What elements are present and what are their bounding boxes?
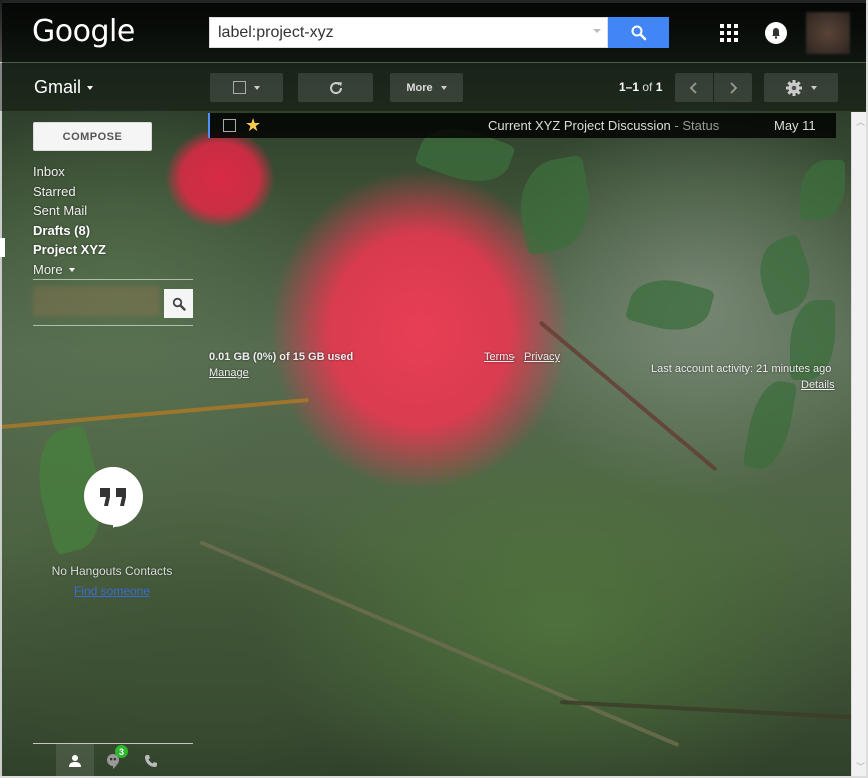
compose-button[interactable]: COMPOSE (33, 122, 152, 151)
page-total: 1 (655, 80, 663, 94)
more-label: More (406, 81, 433, 94)
people-search-input[interactable] (33, 286, 160, 316)
snippet-separator: - (670, 118, 683, 133)
bell-icon (772, 28, 780, 39)
sidebar-item-drafts[interactable]: Drafts (8) (33, 221, 106, 241)
last-account-activity-text: Last account activity: 21 minutes ago (651, 363, 832, 375)
star-icon[interactable]: ★ (245, 115, 261, 135)
apps-grid-icon[interactable] (720, 24, 738, 42)
background-stem (538, 320, 718, 472)
hangouts-quote-icon (84, 467, 143, 528)
more-actions-button[interactable]: More (390, 73, 463, 102)
chevron-down-icon (811, 85, 817, 90)
chevron-down-icon (440, 85, 447, 90)
sidebar-item-more[interactable]: More (33, 260, 106, 280)
newer-page-button[interactable] (675, 73, 713, 102)
google-logo[interactable]: Google (32, 14, 135, 49)
storage-usage-text: 0.01 GB (0%) of 15 GB used (209, 351, 354, 363)
sidebar-nav: Inbox Starred Sent Mail Drafts (8) Proje… (33, 162, 106, 279)
background-stem (0, 397, 309, 429)
window-left-border (0, 0, 2, 778)
background-stem (199, 540, 680, 748)
background-stem (559, 700, 860, 720)
unread-chats-badge: 3 (115, 745, 128, 758)
no-hangouts-contacts-text: No Hangouts Contacts (51, 564, 173, 578)
notifications-bell-icon[interactable] (765, 22, 787, 44)
mail-list-row[interactable]: ★ Current XYZ Project Discussion - Statu… (208, 113, 836, 138)
search-input[interactable] (210, 18, 585, 47)
activity-details-link[interactable]: Details (801, 379, 835, 391)
sidebar-divider (33, 279, 193, 280)
chevron-right-icon (730, 81, 738, 94)
footer-separator: - (512, 351, 516, 363)
sidebar-item-starred[interactable]: Starred (33, 182, 106, 202)
search-icon (172, 297, 186, 311)
subject-text: Current XYZ Project Discussion (488, 118, 671, 133)
privacy-link[interactable]: Privacy (524, 351, 560, 363)
mail-date: May 11 (774, 118, 816, 133)
chevron-down-icon (69, 268, 76, 273)
chevron-down-icon (254, 85, 260, 90)
sidebar-item-project-xyz[interactable]: Project XYZ (33, 240, 106, 260)
older-page-button[interactable] (714, 73, 752, 102)
manage-storage-link[interactable]: Manage (209, 367, 249, 379)
contacts-tab[interactable] (56, 744, 94, 777)
gmail-label: Gmail (34, 77, 82, 97)
mail-subject: Current XYZ Project Discussion - Status (488, 118, 719, 133)
search-button[interactable] (608, 17, 669, 48)
chevron-down-icon (87, 85, 94, 90)
select-all-button[interactable] (210, 73, 283, 102)
phone-tab[interactable] (132, 744, 170, 777)
scroll-down-arrow-icon[interactable]: ﹀ (856, 763, 865, 772)
chevron-left-icon (689, 81, 697, 94)
sidebar-divider (33, 325, 193, 326)
contacts-person-icon (69, 754, 81, 767)
settings-button[interactable] (764, 73, 838, 102)
active-label-indicator (0, 238, 5, 257)
sidebar-item-inbox[interactable]: Inbox (33, 162, 106, 182)
background-leaf (624, 270, 716, 340)
background-leaf (800, 160, 845, 220)
sidebar-item-sent-mail[interactable]: Sent Mail (33, 201, 106, 221)
refresh-button[interactable] (298, 73, 373, 102)
page-range: 1–1 (619, 80, 640, 94)
search-field[interactable] (209, 17, 608, 48)
gear-icon (786, 79, 802, 96)
find-someone-link[interactable]: Find someone (33, 584, 191, 598)
search-icon (631, 25, 646, 40)
mail-snippet: Status (682, 118, 720, 133)
people-search-button[interactable] (164, 289, 193, 318)
background-leaf (742, 377, 798, 473)
terms-link[interactable]: Terms (484, 351, 514, 363)
checkbox-icon (233, 81, 246, 94)
more-label: More (33, 261, 63, 277)
gmail-app-menu[interactable]: Gmail (34, 77, 94, 98)
pagination-info: 1–1 of 1 (619, 80, 662, 94)
search-options-dropdown-icon[interactable] (593, 29, 601, 33)
background-leaf (512, 154, 598, 256)
phone-icon (145, 754, 157, 767)
page-of-label: of (642, 80, 653, 94)
refresh-icon (329, 81, 342, 94)
row-select-checkbox[interactable] (223, 119, 236, 132)
scroll-up-arrow-icon[interactable]: ︿ (856, 118, 865, 127)
account-avatar[interactable] (806, 12, 850, 54)
